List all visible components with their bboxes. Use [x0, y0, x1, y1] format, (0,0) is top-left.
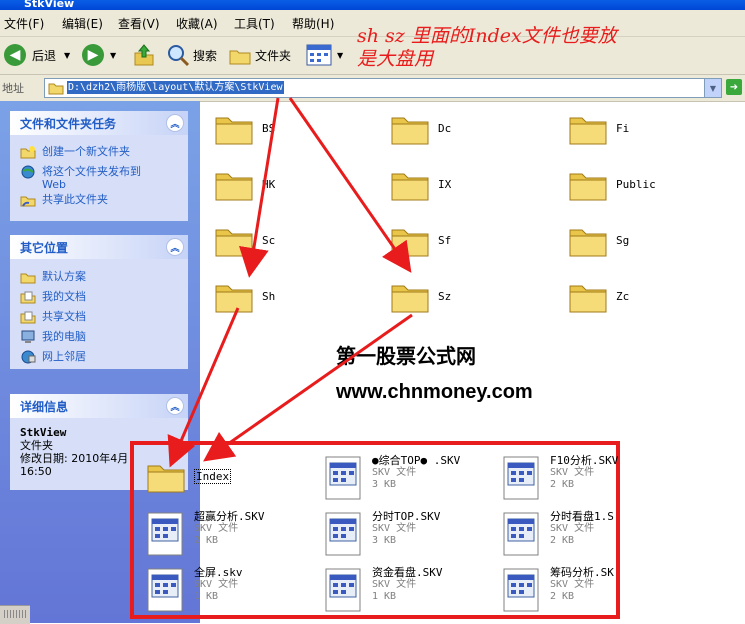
- arrow-to-sh: [239, 97, 280, 278]
- arrow-sh-to-index: [167, 307, 240, 468]
- arrow-overlay: [167, 97, 413, 468]
- arrow-sz-to-index: [203, 313, 413, 462]
- arrow-to-sz: [288, 97, 412, 273]
